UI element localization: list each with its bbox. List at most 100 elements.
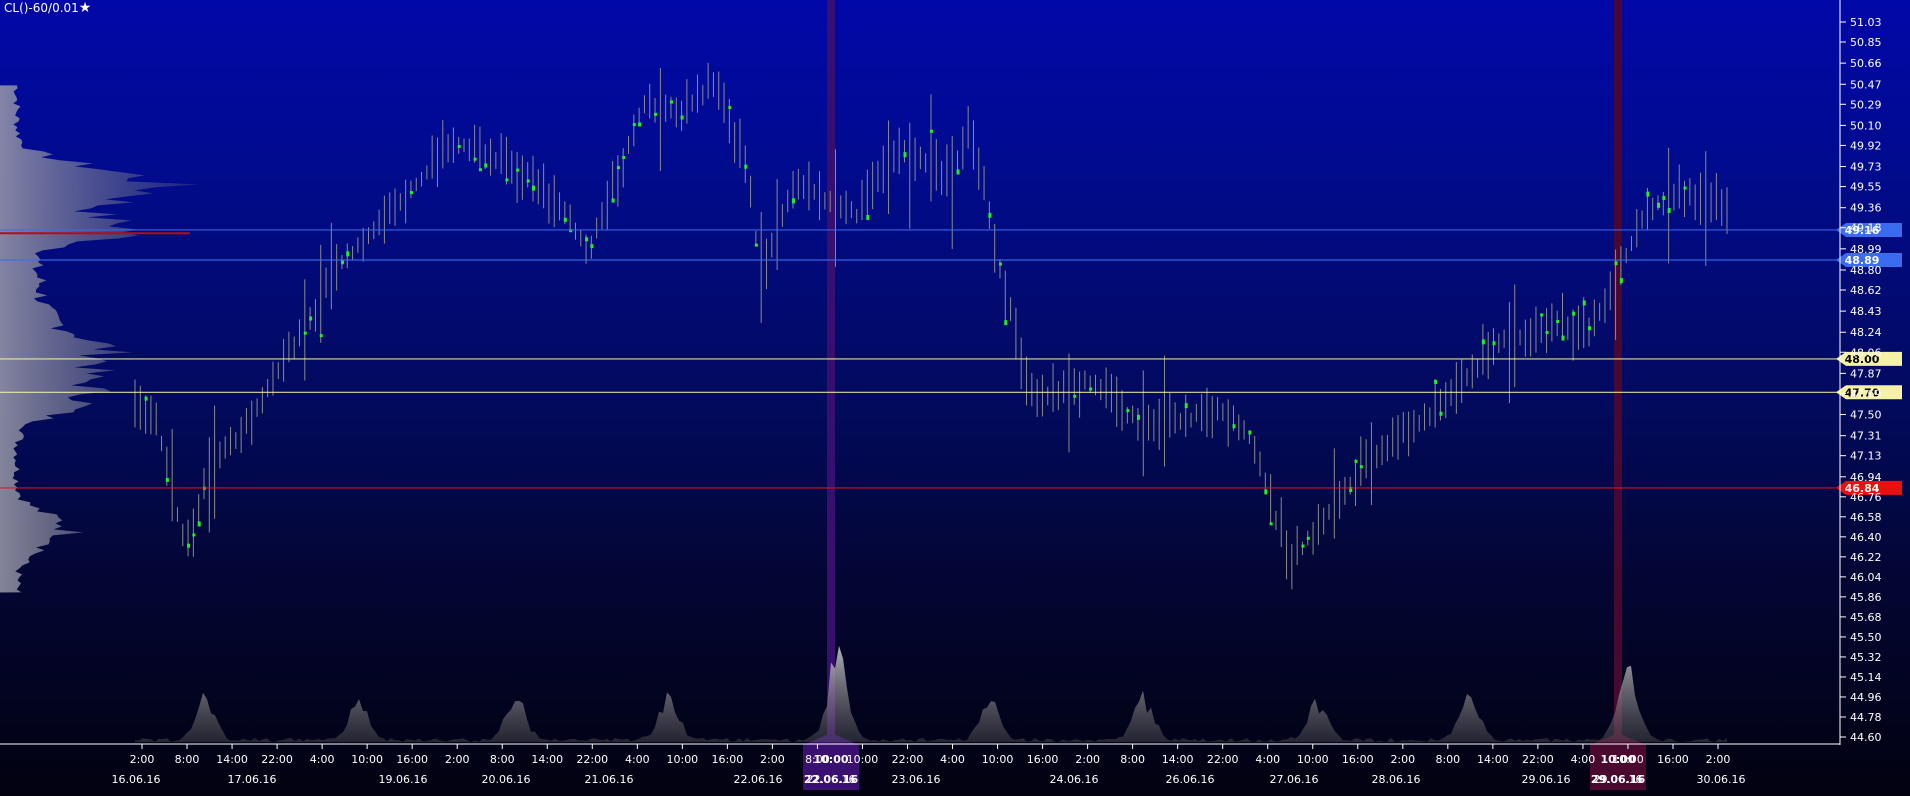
price-bar [1269, 474, 1273, 526]
price-tick-label: 50.10 [1850, 119, 1882, 132]
price-bar-highlight [309, 316, 313, 321]
date-tick-label: 26.06.16 [1166, 773, 1215, 786]
time-tick-label: 2:00 [445, 753, 470, 766]
price-bar-highlight [563, 217, 567, 222]
price-tick-label: 50.47 [1850, 78, 1882, 91]
price-tick-label: 48.24 [1850, 326, 1882, 339]
price-bar-highlight [1089, 387, 1093, 391]
time-tick-label: 4:00 [1255, 753, 1280, 766]
price-bar-highlight [1646, 191, 1650, 197]
session-marker-line [827, 0, 835, 745]
price-bar [903, 140, 907, 163]
price-tick-label: 46.58 [1850, 511, 1882, 524]
price-bar-highlight [669, 100, 673, 104]
symbol-label: CL()-60/0.01 [4, 1, 79, 15]
price-bar [1582, 297, 1586, 348]
price-axis[interactable]: 51.03 50.85 50.66 50.47 50.29 50.10 49.92 49.73… [1839, 0, 1882, 745]
symbol-title[interactable]: CL()-60/0.01★ [4, 1, 91, 15]
price-bar-highlight [1126, 409, 1130, 413]
price-bar-highlight [744, 164, 748, 169]
price-tick-label: 49.36 [1850, 202, 1882, 215]
price-tick-label: 45.86 [1850, 591, 1882, 604]
price-bar-highlight [585, 237, 589, 242]
price-bar-highlight [303, 331, 307, 335]
price-bar-highlight [1683, 186, 1687, 190]
price-tick-label: 48.62 [1850, 284, 1882, 297]
price-bar-highlight [680, 115, 684, 120]
price-bar [1657, 195, 1661, 211]
price-bar-highlight [1561, 335, 1565, 341]
price-bar [526, 161, 530, 188]
time-tick-label: 16:00 [712, 753, 744, 766]
price-tick-label: 45.32 [1850, 651, 1882, 664]
time-tick-label: 14:00 [1162, 753, 1194, 766]
price-bar-highlight [1588, 326, 1592, 331]
price-bar-highlight [192, 533, 196, 537]
price-bars [134, 62, 1728, 590]
volume-profile [0, 85, 200, 593]
price-bar-highlight [1359, 465, 1363, 469]
price-bar-highlight [1232, 424, 1236, 429]
price-bar [956, 150, 960, 175]
price-chart[interactable]: 10:0022.06.1610:0029.06.16 49.1648.8948.… [0, 0, 1910, 796]
star-icon[interactable]: ★ [79, 0, 92, 16]
price-bar [680, 100, 684, 131]
time-tick-label: 2:00 [1390, 753, 1415, 766]
price-tick-label: 46.40 [1850, 531, 1882, 544]
price-bar-highlight [998, 262, 1002, 266]
time-axis[interactable]: 2:00 8:00 14:00 22:00 4:00 10:00 16:00 2:00 8:00… [0, 743, 1840, 786]
price-bar [728, 98, 732, 144]
price-bar [1354, 459, 1358, 507]
time-tick-label: 2:00 [130, 753, 155, 766]
price-bar-highlight [144, 396, 148, 401]
price-bar-highlight [1545, 331, 1549, 335]
price-tick-label: 51.03 [1850, 16, 1882, 29]
volume-profile-area [0, 85, 200, 593]
price-bar-highlight [1662, 195, 1666, 200]
time-tick-label: 2:00 [1075, 753, 1100, 766]
date-tick-label: 22.06.16 [734, 773, 783, 786]
date-tick-label: 27.06.16 [1270, 773, 1319, 786]
price-bar-highlight [1556, 320, 1560, 324]
time-tick-label: 14:00 [216, 753, 248, 766]
price-bar-highlight [319, 334, 323, 338]
price-bar [616, 155, 620, 207]
price-tick-label: 48.43 [1850, 305, 1882, 318]
price-bar-highlight [654, 112, 658, 116]
price-bar [1073, 368, 1077, 405]
price-bar [457, 136, 461, 154]
volume-histogram [135, 645, 1727, 742]
price-tick-label: 47.50 [1850, 409, 1882, 422]
price-bar [202, 468, 206, 500]
price-bar [563, 201, 567, 225]
price-bar-highlight [1439, 411, 1443, 416]
price-bar-highlight [1492, 341, 1496, 346]
price-bar-highlight [866, 214, 870, 220]
time-tick-label: 8:00 [490, 753, 515, 766]
date-tick-label: 21.06.16 [585, 773, 634, 786]
price-bar [569, 204, 573, 233]
price-bar [1561, 292, 1565, 341]
price-tick-label: 46.94 [1850, 471, 1882, 484]
price-bar-highlight [1582, 300, 1586, 306]
price-tick-label: 46.76 [1850, 491, 1882, 504]
price-bar-highlight [1301, 544, 1305, 548]
price-tick-label: 45.50 [1850, 631, 1882, 644]
price-tick-label: 49.18 [1850, 222, 1882, 235]
time-tick-label: 4:00 [310, 753, 335, 766]
time-tick-label: 10:00 [1297, 753, 1329, 766]
price-bar [654, 97, 658, 123]
time-tick-label: 10:00 [847, 753, 879, 766]
price-tick-label: 49.55 [1850, 181, 1882, 194]
chart-window[interactable]: 10:00 22.06.16 10:00 29.06.16 49.16 48.89 48.… [0, 0, 1910, 796]
price-bar [1136, 407, 1140, 441]
price-bar [197, 494, 201, 527]
price-bar [622, 148, 626, 188]
price-bar [1556, 310, 1560, 337]
price-bar [1004, 270, 1008, 326]
price-bar-highlight [409, 191, 413, 195]
price-bar-highlight [590, 244, 594, 249]
price-bar-highlight [340, 260, 344, 265]
price-bar-highlight [1572, 311, 1576, 316]
price-bar [532, 155, 535, 202]
